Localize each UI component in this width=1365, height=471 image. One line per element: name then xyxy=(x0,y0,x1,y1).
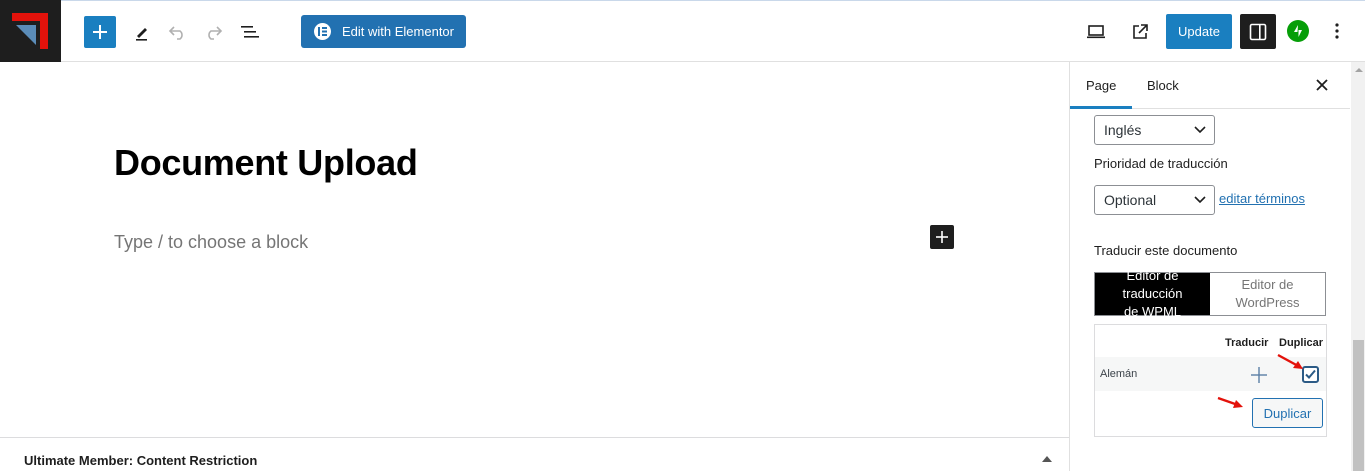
elementor-icon xyxy=(314,23,331,40)
wordpress-editor-option[interactable]: Editor de WordPress xyxy=(1210,273,1325,315)
list-view-icon xyxy=(241,26,259,38)
settings-toggle-button[interactable] xyxy=(1240,14,1276,49)
sidebar-tabs: Page Block xyxy=(1070,62,1350,109)
collapse-caret-icon[interactable] xyxy=(1042,456,1052,462)
duplicate-column-header: Duplicar xyxy=(1279,337,1324,349)
update-button[interactable]: Update xyxy=(1166,14,1232,49)
priority-label: Prioridad de traducción xyxy=(1094,156,1228,171)
page-title[interactable]: Document Upload xyxy=(114,142,418,184)
sidebar-scrollbar[interactable] xyxy=(1351,62,1365,471)
language-select-value: Inglés xyxy=(1104,122,1142,138)
edit-with-elementor-button[interactable]: Edit with Elementor xyxy=(301,15,466,48)
preview-button[interactable] xyxy=(1083,19,1109,45)
top-border-line xyxy=(0,0,1365,1)
sidebar-icon xyxy=(1249,23,1267,40)
document-overview-button[interactable] xyxy=(237,19,263,45)
edit-with-elementor-label: Edit with Elementor xyxy=(342,24,454,39)
translate-document-heading: Traducir este documento xyxy=(1094,243,1238,258)
logo-icon xyxy=(12,13,48,49)
wpml-editor-line1: Editor de traducción xyxy=(1122,268,1183,301)
chevron-down-icon xyxy=(1194,126,1206,134)
translation-editor-toggle: Editor de traducción de WPML Editor de W… xyxy=(1094,268,1326,319)
jetpack-button[interactable] xyxy=(1287,20,1309,42)
tools-button[interactable] xyxy=(129,19,155,45)
priority-select-value: Optional xyxy=(1104,192,1157,208)
inline-add-block-button[interactable] xyxy=(930,225,954,249)
editor-canvas: Document Upload Type / to choose a block… xyxy=(0,62,1069,471)
tab-block[interactable]: Block xyxy=(1131,62,1195,109)
jetpack-icon xyxy=(1294,25,1302,37)
chevron-down-icon xyxy=(1194,196,1206,204)
options-menu-button[interactable] xyxy=(1329,20,1345,42)
translation-table: Traducir Duplicar Alemán Duplicar xyxy=(1094,324,1327,437)
redo-button[interactable] xyxy=(200,19,226,45)
wpml-editor-option[interactable]: Editor de traducción de WPML xyxy=(1095,268,1210,319)
tab-page[interactable]: Page xyxy=(1070,62,1133,109)
laptop-icon xyxy=(1087,25,1105,39)
site-logo[interactable] xyxy=(0,0,61,62)
plus-icon xyxy=(93,25,107,39)
add-translation-icon[interactable] xyxy=(1250,366,1268,384)
add-block-button[interactable] xyxy=(84,16,116,48)
external-link-icon xyxy=(1133,24,1148,39)
editor-toolbar: Edit with Elementor Update xyxy=(0,0,1365,62)
scrollbar-thumb[interactable] xyxy=(1353,340,1364,471)
wordpress-editor-line1: Editor de xyxy=(1241,277,1294,292)
close-icon xyxy=(1316,79,1328,91)
annotation-arrow-icon xyxy=(1217,396,1243,408)
priority-select[interactable]: Optional xyxy=(1094,185,1215,215)
duplicate-button[interactable]: Duplicar xyxy=(1252,398,1323,428)
redo-icon xyxy=(208,26,223,40)
language-name: Alemán xyxy=(1100,368,1138,380)
scroll-up-arrow-icon[interactable] xyxy=(1355,68,1363,72)
translate-column-header: Traducir xyxy=(1225,337,1269,349)
edit-terms-link[interactable]: editar términos xyxy=(1219,191,1305,206)
pencil-icon xyxy=(136,28,147,41)
wordpress-editor-line2: WordPress xyxy=(1235,295,1300,310)
block-appender-placeholder[interactable]: Type / to choose a block xyxy=(114,232,308,253)
content-restriction-metabox[interactable]: Ultimate Member: Content Restriction xyxy=(0,437,1069,471)
undo-button[interactable] xyxy=(165,19,191,45)
wpml-editor-line2: de WPML xyxy=(1123,304,1182,319)
more-vertical-icon xyxy=(1335,23,1339,39)
close-sidebar-button[interactable] xyxy=(1313,76,1331,94)
annotation-arrow-icon xyxy=(1277,353,1303,369)
metabox-title: Ultimate Member: Content Restriction xyxy=(24,453,258,468)
settings-sidebar: Page Block Inglés Prioridad de traducció… xyxy=(1069,62,1365,471)
plus-icon xyxy=(936,231,948,243)
view-page-button[interactable] xyxy=(1127,19,1153,45)
language-select[interactable]: Inglés xyxy=(1094,115,1215,145)
undo-icon xyxy=(168,26,183,40)
